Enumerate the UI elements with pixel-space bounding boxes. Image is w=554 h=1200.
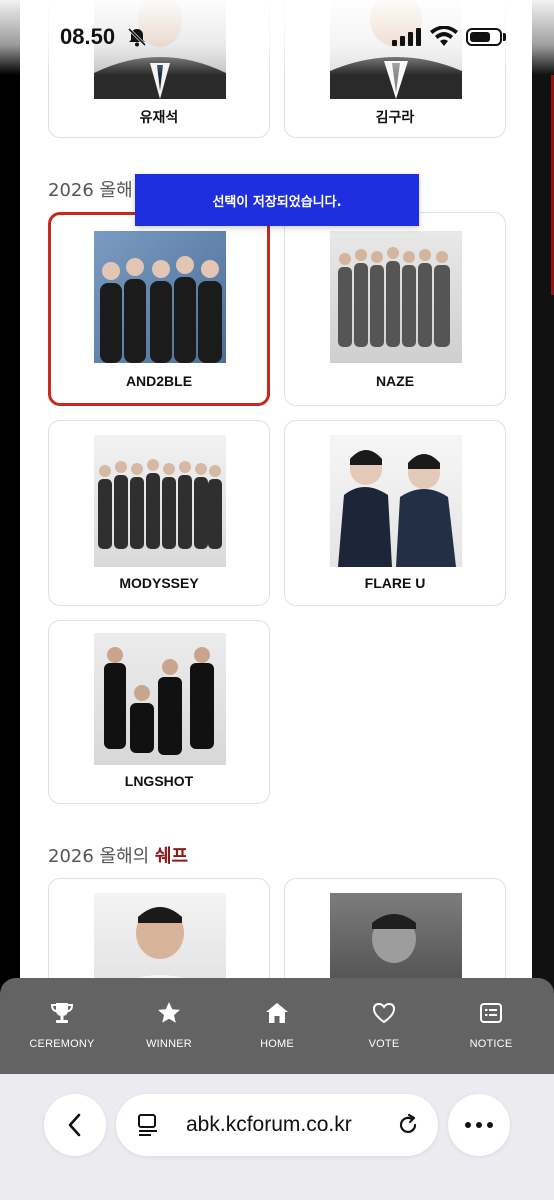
nav-vote-label: VOTE (368, 1038, 400, 1050)
nav-ceremony[interactable]: CEREMONY (7, 978, 117, 1074)
nominee-photo (330, 435, 462, 567)
more-button[interactable] (448, 1094, 510, 1156)
chevron-left-icon (68, 1113, 81, 1137)
url-text: abk.kcforum.co.kr (186, 1113, 352, 1136)
nominee-card-and2ble[interactable]: AND2BLE (48, 212, 270, 406)
nominee-name: MODYSSEY (119, 575, 199, 591)
section-title-text: 2026 올해의 (48, 846, 150, 867)
status-time: 08.50 (60, 24, 116, 49)
section-title-chef: 2026 올해의 쉐프 (48, 842, 188, 868)
browser-toolbar: abk.kcforum.co.kr (0, 1074, 554, 1200)
nominee-card-lngshot[interactable]: LNGSHOT (48, 620, 270, 804)
nominee-card-modyssey[interactable]: MODYSSEY (48, 420, 270, 606)
nav-home[interactable]: HOME (222, 978, 332, 1074)
nav-winner[interactable]: WINNER (114, 978, 224, 1074)
reader-mode-icon[interactable] (136, 1113, 160, 1137)
trophy-icon (50, 1003, 74, 1023)
list-icon (480, 1003, 502, 1023)
nav-vote[interactable]: VOTE (329, 978, 439, 1074)
nominee-name: 유재석 (139, 109, 179, 125)
nominee-photo (330, 231, 462, 363)
wifi-icon (430, 26, 458, 46)
section-title-group: 2026 올해 (48, 176, 133, 202)
nominee-photo (94, 435, 226, 567)
nav-winner-label: WINNER (146, 1038, 192, 1050)
bottom-nav: CEREMONY WINNER HOME VOTE NOTICE (0, 978, 554, 1074)
reload-icon[interactable] (396, 1113, 420, 1137)
nominee-name: FLARE U (364, 575, 426, 591)
nominee-name: LNGSHOT (124, 773, 194, 789)
bell-slash-icon (127, 27, 147, 47)
battery-tip (503, 33, 506, 41)
nominee-name: NAZE (375, 373, 415, 389)
nav-ceremony-label: CEREMONY (29, 1038, 95, 1050)
nav-notice-label: NOTICE (469, 1038, 513, 1050)
battery-icon (466, 28, 502, 46)
heart-icon (372, 1002, 396, 1024)
more-icon (465, 1122, 493, 1128)
nav-notice[interactable]: NOTICE (436, 978, 546, 1074)
nominee-name: AND2BLE (125, 373, 193, 389)
address-bar[interactable]: abk.kcforum.co.kr (116, 1094, 438, 1156)
back-button[interactable] (44, 1094, 106, 1156)
toast-message: 선택이 저장되었습니다. (135, 174, 419, 226)
section-title-accent: 쉐프 (154, 846, 189, 867)
star-icon (158, 1002, 180, 1023)
status-bar: 08.50 (0, 0, 554, 75)
cellular-signal-icon (392, 28, 421, 46)
nominee-photo (94, 231, 226, 363)
nominee-photo (94, 633, 226, 765)
nav-home-label: HOME (260, 1038, 294, 1050)
nominee-card-naze[interactable]: NAZE (284, 212, 506, 406)
nominee-name: 김구라 (375, 109, 415, 125)
home-icon (266, 1003, 288, 1023)
section-title-text: 2026 올해 (48, 180, 133, 201)
nominee-card-flare-u[interactable]: FLARE U (284, 420, 506, 606)
